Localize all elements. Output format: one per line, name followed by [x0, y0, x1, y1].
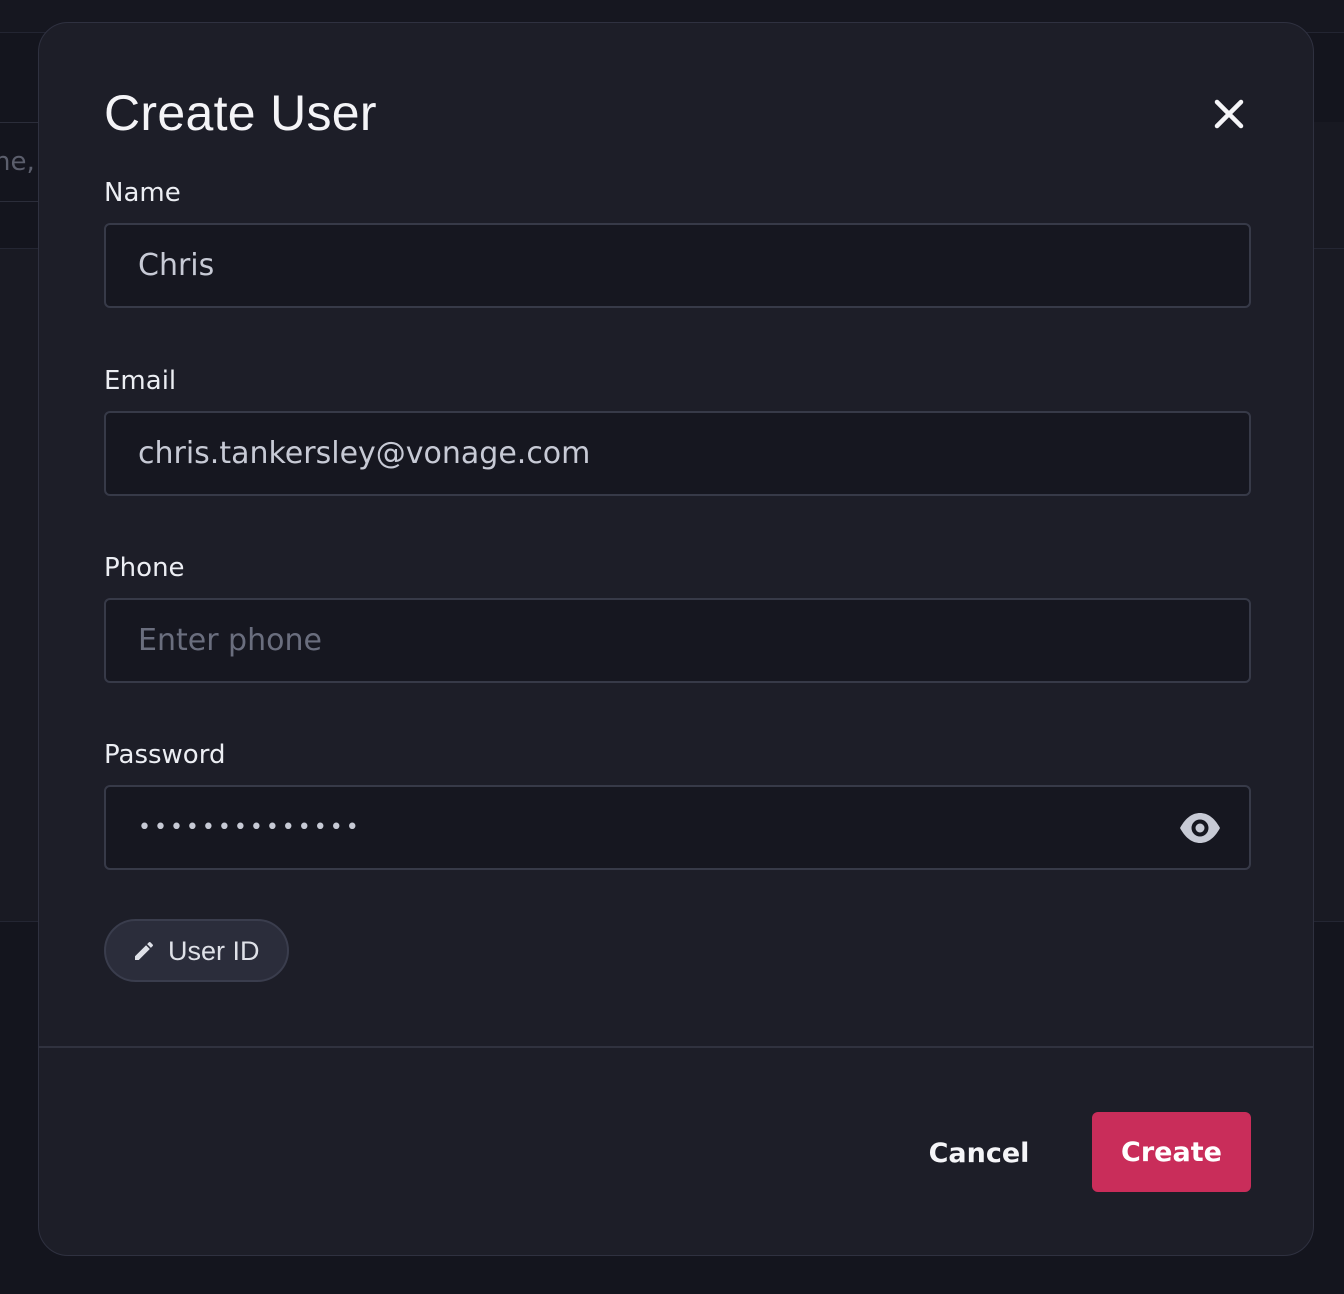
background-search-text: ne,	[0, 147, 35, 177]
create-button[interactable]: Create	[1092, 1112, 1251, 1192]
cancel-button[interactable]: Cancel	[909, 1113, 1049, 1193]
close-button[interactable]	[1209, 94, 1249, 134]
name-input[interactable]	[104, 223, 1251, 308]
password-input[interactable]	[104, 785, 1251, 870]
toggle-password-visibility-button[interactable]	[1177, 808, 1223, 848]
footer-divider	[39, 1046, 1313, 1048]
phone-label: Phone	[104, 553, 185, 583]
pencil-icon	[132, 939, 156, 963]
email-input[interactable]	[104, 411, 1251, 496]
create-user-dialog: Create User Name Email Phone Password	[38, 22, 1314, 1256]
phone-input[interactable]	[104, 598, 1251, 683]
password-label: Password	[104, 740, 226, 770]
dialog-title: Create User	[104, 85, 377, 141]
name-label: Name	[104, 178, 181, 208]
email-label: Email	[104, 366, 177, 396]
eye-icon	[1177, 808, 1223, 848]
close-icon	[1209, 94, 1249, 134]
user-id-button[interactable]: User ID	[104, 919, 289, 982]
user-id-label: User ID	[168, 935, 260, 966]
